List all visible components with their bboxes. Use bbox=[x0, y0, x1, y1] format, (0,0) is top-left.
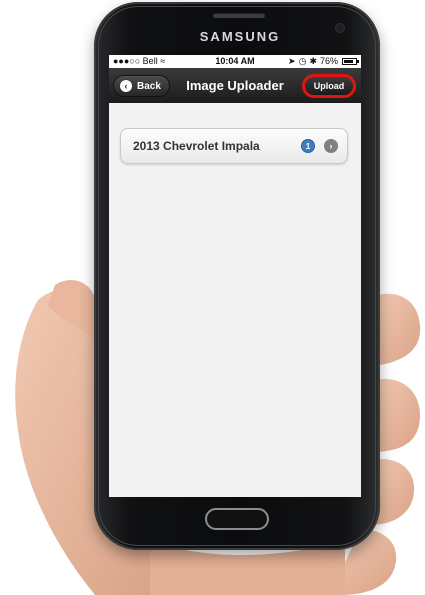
navigation-bar: ‹ Back Image Uploader Upload bbox=[109, 68, 361, 103]
phone-screen: ●●●○○ Bell ≈ 10:04 AM ➤ ◷ ✱ 76% ‹ Back I… bbox=[109, 55, 361, 497]
page-title: Image Uploader bbox=[186, 78, 284, 93]
alarm-icon: ◷ bbox=[298, 56, 307, 66]
list-item-label: 2013 Chevrolet Impala bbox=[133, 139, 260, 153]
chevron-left-icon: ‹ bbox=[120, 80, 132, 92]
back-button-label: Back bbox=[137, 80, 161, 92]
front-camera-icon bbox=[336, 24, 344, 32]
battery-icon bbox=[342, 58, 359, 65]
speaker-grille bbox=[213, 13, 265, 18]
status-bar: ●●●○○ Bell ≈ 10:04 AM ➤ ◷ ✱ 76% bbox=[109, 55, 361, 68]
upload-button[interactable]: Upload bbox=[302, 74, 356, 98]
status-right: ➤ ◷ ✱ 76% bbox=[288, 55, 359, 68]
list-item[interactable]: 2013 Chevrolet Impala 1 › bbox=[120, 128, 348, 164]
back-button[interactable]: ‹ Back bbox=[113, 75, 170, 97]
brand-logo: SAMSUNG bbox=[199, 29, 281, 44]
bluetooth-icon: ✱ bbox=[309, 56, 317, 66]
count-badge: 1 bbox=[301, 139, 315, 153]
location-icon: ➤ bbox=[288, 56, 296, 66]
chevron-right-icon[interactable]: › bbox=[324, 139, 338, 153]
home-button[interactable] bbox=[205, 508, 269, 530]
battery-percent: 76% bbox=[319, 56, 338, 66]
